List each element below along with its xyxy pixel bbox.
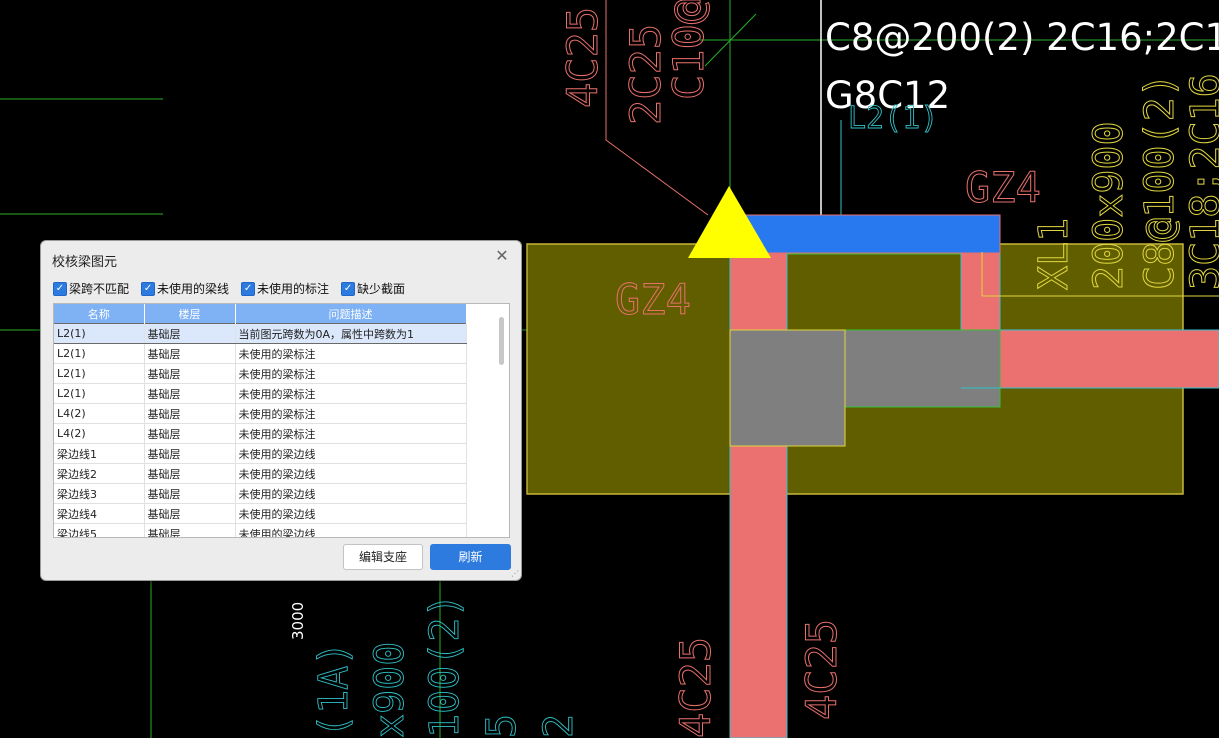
checkbox-checked-icon[interactable]: ✓: [341, 281, 356, 296]
dialog-title: 校核梁图元: [52, 255, 118, 270]
rebar-label: 2: [536, 714, 582, 738]
cell-desc: 未使用的梁标注: [235, 403, 467, 424]
cell-name: L4(2): [54, 423, 145, 444]
cell-name: L2(1): [54, 343, 145, 364]
stirrup-label: 100(2): [422, 594, 468, 738]
grey-block[interactable]: [729, 329, 846, 447]
table-row[interactable]: 梁边线4 基础层 未使用的梁边线: [54, 503, 467, 524]
cell-name: L4(2): [54, 403, 145, 424]
beam-horizontal[interactable]: [999, 329, 1219, 389]
cell-name: 梁边线4: [54, 503, 145, 524]
cell-desc: 当前图元跨数为0A，属性中跨数为1: [235, 323, 467, 344]
column-header-name[interactable]: 名称: [54, 304, 145, 324]
beam-span-label: (1A): [311, 642, 357, 738]
rebar-label: 5: [479, 714, 525, 738]
cell-desc: 未使用的梁边线: [235, 523, 467, 537]
filter-label: 未使用的梁线: [157, 282, 230, 296]
filter-label: 梁跨不匹配: [69, 282, 130, 296]
checkbox-checked-icon[interactable]: ✓: [241, 281, 256, 296]
cell-floor: 基础层: [144, 343, 236, 364]
cell-floor: 基础层: [144, 483, 236, 504]
stirrup-label: C8@100(2): [1137, 73, 1183, 290]
cell-floor: 基础层: [144, 403, 236, 424]
resize-grip-icon[interactable]: ⋰: [511, 570, 519, 578]
column-header-floor[interactable]: 楼层: [144, 304, 236, 324]
cell-name: 梁边线1: [54, 443, 145, 464]
beam-name-label: L2(1): [848, 101, 938, 136]
selected-beam[interactable]: [739, 214, 1001, 254]
column-rebar-label: 2C25: [621, 24, 670, 125]
cell-floor: 基础层: [144, 503, 236, 524]
cell-desc: 未使用的梁标注: [235, 423, 467, 444]
section-label: 200x900: [1086, 121, 1132, 290]
filter-unused-beam-lines[interactable]: ✓ 未使用的梁线: [141, 280, 229, 297]
table-row[interactable]: L4(2) 基础层 未使用的梁标注: [54, 403, 467, 424]
filter-label: 未使用的标注: [257, 282, 330, 296]
edit-support-button[interactable]: 编辑支座: [343, 544, 423, 570]
table-row[interactable]: 梁边线3 基础层 未使用的梁边线: [54, 483, 467, 504]
cell-floor: 基础层: [144, 323, 236, 344]
filter-bar: ✓ 梁跨不匹配 ✓ 未使用的梁线 ✓ 未使用的标注 ✓ 缺少截面: [53, 280, 405, 297]
check-beam-dialog[interactable]: 校核梁图元 ✕ ✓ 梁跨不匹配 ✓ 未使用的梁线 ✓ 未使用的标注 ✓ 缺少截面…: [40, 240, 522, 581]
cell-name: 梁边线2: [54, 463, 145, 484]
close-icon[interactable]: ✕: [494, 248, 510, 264]
cell-floor: 基础层: [144, 443, 236, 464]
table-row[interactable]: L2(1) 基础层 未使用的梁标注: [54, 383, 467, 404]
cell-desc: 未使用的梁边线: [235, 463, 467, 484]
column-rebar-label: 4C25: [558, 7, 607, 108]
table-row[interactable]: L2(1) 基础层 未使用的梁标注: [54, 363, 467, 384]
results-table[interactable]: 名称 楼层 问题描述 L2(1) 基础层 当前图元跨数为0A，属性中跨数为1 L…: [53, 303, 510, 538]
table-row[interactable]: L4(2) 基础层 未使用的梁标注: [54, 423, 467, 444]
cell-name: L2(1): [54, 383, 145, 404]
table-row[interactable]: 梁边线1 基础层 未使用的梁边线: [54, 443, 467, 464]
column-rebar-label: 4C25: [671, 637, 720, 738]
checkbox-checked-icon[interactable]: ✓: [53, 281, 67, 296]
column-gz4-label: GZ4: [615, 275, 691, 324]
column-stirrup-label: C10@10: [664, 0, 713, 100]
beam-xl1-label: XL1: [1031, 218, 1077, 290]
cell-desc: 未使用的梁边线: [235, 483, 467, 504]
cell-desc: 未使用的梁边线: [235, 443, 467, 464]
cell-desc: 未使用的梁标注: [235, 363, 467, 384]
cell-floor: 基础层: [144, 363, 236, 384]
cell-desc: 未使用的梁边线: [235, 503, 467, 524]
checkbox-checked-icon[interactable]: ✓: [141, 281, 156, 296]
cell-name: 梁边线5: [54, 523, 145, 537]
grey-block[interactable]: [844, 329, 1001, 408]
table-row[interactable]: L2(1) 基础层 当前图元跨数为0A，属性中跨数为1: [54, 323, 467, 344]
dimension-label: 3000: [289, 602, 307, 640]
table-row[interactable]: L2(1) 基础层 未使用的梁标注: [54, 343, 467, 364]
column-header-description[interactable]: 问题描述: [235, 304, 467, 324]
filter-span-mismatch[interactable]: ✓ 梁跨不匹配: [53, 280, 129, 297]
filter-unused-annotations[interactable]: ✓ 未使用的标注: [241, 280, 329, 297]
cell-floor: 基础层: [144, 383, 236, 404]
filter-missing-section[interactable]: ✓ 缺少截面: [341, 280, 405, 297]
cell-name: L2(1): [54, 323, 145, 344]
column-right[interactable]: [960, 243, 1001, 331]
column-gz4-label: GZ4: [965, 163, 1041, 212]
column-rebar-label: 4C25: [797, 619, 846, 720]
table-header: 名称 楼层 问题描述: [54, 304, 467, 324]
section-label: x900: [367, 642, 413, 738]
slab-panel[interactable]: [786, 253, 962, 331]
rebar-main-label: C8@200(2) 2C16;2C1: [825, 16, 1219, 59]
table-row[interactable]: 梁边线5 基础层 未使用的梁边线: [54, 523, 467, 537]
cell-floor: 基础层: [144, 423, 236, 444]
column-vertical[interactable]: [729, 243, 788, 738]
cell-name: L2(1): [54, 363, 145, 384]
refresh-button[interactable]: 刷新: [430, 544, 511, 570]
cell-floor: 基础层: [144, 523, 236, 537]
table-row[interactable]: 梁边线2 基础层 未使用的梁边线: [54, 463, 467, 484]
scrollbar-thumb[interactable]: [499, 317, 504, 365]
cell-floor: 基础层: [144, 463, 236, 484]
rebar-label: 3C18;2C16: [1183, 73, 1219, 290]
cell-name: 梁边线3: [54, 483, 145, 504]
filter-label: 缺少截面: [357, 282, 406, 296]
cell-desc: 未使用的梁标注: [235, 383, 467, 404]
cell-desc: 未使用的梁标注: [235, 343, 467, 364]
